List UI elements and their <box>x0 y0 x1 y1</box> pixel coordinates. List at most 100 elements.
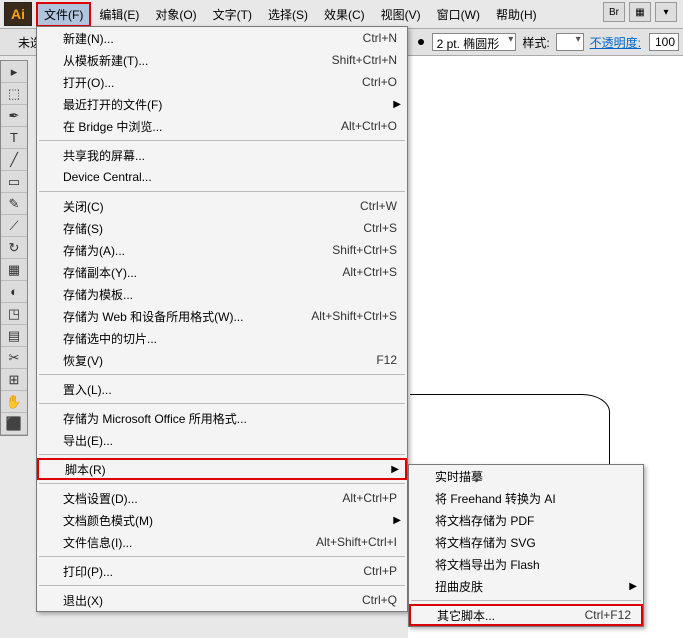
file-menu-item-14[interactable]: 存储为 Web 和设备所用格式(W)...Alt+Shift+Ctrl+S <box>37 305 407 327</box>
file-menu-dropdown: 新建(N)...Ctrl+N从模板新建(T)...Shift+Ctrl+N打开(… <box>36 26 408 612</box>
submenu-arrow-icon: ▶ <box>391 464 399 475</box>
tool-1[interactable]: ⬚ <box>1 83 27 105</box>
file-menu-separator <box>39 454 405 455</box>
tool-0[interactable]: ▸ <box>1 61 27 83</box>
menu-item-label: 将文档存储为 SVG <box>435 534 633 551</box>
menu-item-label: 将 Freehand 转换为 AI <box>435 490 633 507</box>
tool-12[interactable]: ▤ <box>1 325 27 347</box>
tool-14[interactable]: ⊞ <box>1 369 27 391</box>
panel-toggle-0[interactable]: Br <box>603 2 625 22</box>
scripts-menu-item-3[interactable]: 将文档存储为 SVG <box>409 531 643 553</box>
file-menu-item-6[interactable]: 共享我的屏幕... <box>37 144 407 166</box>
menu-item-label: 文档设置(D)... <box>63 490 342 507</box>
tool-10[interactable]: ◐ <box>1 281 27 303</box>
file-menu-item-12[interactable]: 存储副本(Y)...Alt+Ctrl+S <box>37 261 407 283</box>
menubar-item-6[interactable]: 视图(V) <box>373 2 429 27</box>
menubar-item-8[interactable]: 帮助(H) <box>488 2 545 27</box>
scripts-menu-item-4[interactable]: 将文档导出为 Flash <box>409 553 643 575</box>
menu-item-label: 存储(S) <box>63 220 363 237</box>
file-menu-item-4[interactable]: 在 Bridge 中浏览...Alt+Ctrl+O <box>37 115 407 137</box>
scripts-menu-item-2[interactable]: 将文档存储为 PDF <box>409 509 643 531</box>
menubar-item-5[interactable]: 效果(C) <box>316 2 373 27</box>
file-menu-item-15[interactable]: 存储选中的切片... <box>37 327 407 349</box>
submenu-arrow-icon: ▶ <box>393 515 401 526</box>
file-menu-item-1[interactable]: 从模板新建(T)...Shift+Ctrl+N <box>37 49 407 71</box>
file-menu-item-2[interactable]: 打开(O)...Ctrl+O <box>37 71 407 93</box>
file-menu-item-27[interactable]: 文件信息(I)...Alt+Shift+Ctrl+I <box>37 531 407 553</box>
file-menu-item-26[interactable]: 文档颜色模式(M)▶ <box>37 509 407 531</box>
menu-item-label: 从模板新建(T)... <box>63 52 332 69</box>
menu-item-label: 文件信息(I)... <box>63 534 316 551</box>
menubar-item-4[interactable]: 选择(S) <box>260 2 316 27</box>
tool-16[interactable]: ⬛ <box>1 413 27 435</box>
file-menu-item-31[interactable]: 退出(X)Ctrl+Q <box>37 589 407 611</box>
tool-4[interactable]: ╱ <box>1 149 27 171</box>
tool-7[interactable]: ⟋ <box>1 215 27 237</box>
menu-item-label: 脚本(R) <box>65 461 395 478</box>
menu-item-shortcut: Alt+Shift+Ctrl+S <box>311 309 397 323</box>
menu-item-label: 退出(X) <box>63 592 362 609</box>
tool-11[interactable]: ◳ <box>1 303 27 325</box>
scripts-menu-item-5[interactable]: 扭曲皮肤▶ <box>409 575 643 597</box>
menu-item-label: 最近打开的文件(F) <box>63 96 397 113</box>
tool-15[interactable]: ✋ <box>1 391 27 413</box>
file-menu-item-23[interactable]: 脚本(R)▶ <box>37 458 407 480</box>
submenu-arrow-icon: ▶ <box>393 99 401 110</box>
file-menu-item-18[interactable]: 置入(L)... <box>37 378 407 400</box>
menu-item-shortcut: Ctrl+F12 <box>585 608 631 622</box>
file-menu-item-25[interactable]: 文档设置(D)...Alt+Ctrl+P <box>37 487 407 509</box>
file-menu-item-7[interactable]: Device Central... <box>37 166 407 188</box>
app-logo: Ai <box>4 2 32 26</box>
menu-item-label: 恢复(V) <box>63 352 376 369</box>
file-menu-item-10[interactable]: 存储(S)Ctrl+S <box>37 217 407 239</box>
scripts-submenu: 实时描摹将 Freehand 转换为 AI 将文档存储为 PDF 将文档存储为 SV… <box>408 464 644 627</box>
stroke-profile-select[interactable]: 2 pt. 椭圆形 <box>432 33 517 51</box>
file-menu-item-20[interactable]: 存储为 Microsoft Office 所用格式... <box>37 407 407 429</box>
scripts-menu-item-1[interactable]: 将 Freehand 转换为 AI <box>409 487 643 509</box>
menu-item-label: 文档颜色模式(M) <box>63 512 397 529</box>
menu-item-label: 将文档存储为 PDF <box>435 512 633 529</box>
opacity-label[interactable]: 不透明度: <box>590 34 641 51</box>
file-menu-item-16[interactable]: 恢复(V)F12 <box>37 349 407 371</box>
tool-5[interactable]: ▭ <box>1 171 27 193</box>
tool-6[interactable]: ✎ <box>1 193 27 215</box>
scripts-menu-item-7[interactable]: 其它脚本...Ctrl+F12 <box>409 604 643 626</box>
tool-8[interactable]: ↻ <box>1 237 27 259</box>
menu-item-shortcut: Ctrl+N <box>363 31 397 45</box>
menubar-item-3[interactable]: 文字(T) <box>205 2 260 27</box>
menu-item-shortcut: Ctrl+Q <box>362 593 397 607</box>
menu-item-label: 存储为 Microsoft Office 所用格式... <box>63 410 397 427</box>
file-menu-item-0[interactable]: 新建(N)...Ctrl+N <box>37 27 407 49</box>
menubar: 文件(F)编辑(E)对象(O)文字(T)选择(S)效果(C)视图(V)窗口(W)… <box>36 2 545 26</box>
menu-item-label: 其它脚本... <box>437 607 585 624</box>
menubar-item-1[interactable]: 编辑(E) <box>91 2 147 27</box>
panel-toggle-2[interactable]: ▾ <box>655 2 677 22</box>
menubar-item-7[interactable]: 窗口(W) <box>429 2 488 27</box>
menu-item-label: 扭曲皮肤 <box>435 578 633 595</box>
menu-item-label: 打开(O)... <box>63 74 362 91</box>
menu-item-label: 存储为 Web 和设备所用格式(W)... <box>63 308 311 325</box>
menu-item-label: 打印(P)... <box>63 563 363 580</box>
stroke-dot-icon <box>418 39 424 45</box>
menu-item-shortcut: F12 <box>376 353 397 367</box>
file-menu-item-3[interactable]: 最近打开的文件(F)▶ <box>37 93 407 115</box>
file-menu-item-11[interactable]: 存储为(A)...Shift+Ctrl+S <box>37 239 407 261</box>
file-menu-item-9[interactable]: 关闭(C)Ctrl+W <box>37 195 407 217</box>
file-menu-separator <box>39 191 405 192</box>
menu-item-label: 将文档导出为 Flash <box>435 556 633 573</box>
menubar-right: Br▦▾ <box>603 2 677 22</box>
tool-13[interactable]: ✂ <box>1 347 27 369</box>
file-menu-item-13[interactable]: 存储为模板... <box>37 283 407 305</box>
menubar-item-2[interactable]: 对象(O) <box>147 2 204 27</box>
tool-9[interactable]: ▦ <box>1 259 27 281</box>
opacity-input[interactable]: 100 <box>649 33 679 51</box>
tool-2[interactable]: ✒ <box>1 105 27 127</box>
file-menu-item-21[interactable]: 导出(E)... <box>37 429 407 451</box>
menubar-item-0[interactable]: 文件(F) <box>36 2 91 27</box>
style-select[interactable] <box>556 33 584 51</box>
menu-item-label: Device Central... <box>63 170 397 184</box>
scripts-menu-item-0[interactable]: 实时描摹 <box>409 465 643 487</box>
panel-toggle-1[interactable]: ▦ <box>629 2 651 22</box>
file-menu-item-29[interactable]: 打印(P)...Ctrl+P <box>37 560 407 582</box>
tool-3[interactable]: T <box>1 127 27 149</box>
